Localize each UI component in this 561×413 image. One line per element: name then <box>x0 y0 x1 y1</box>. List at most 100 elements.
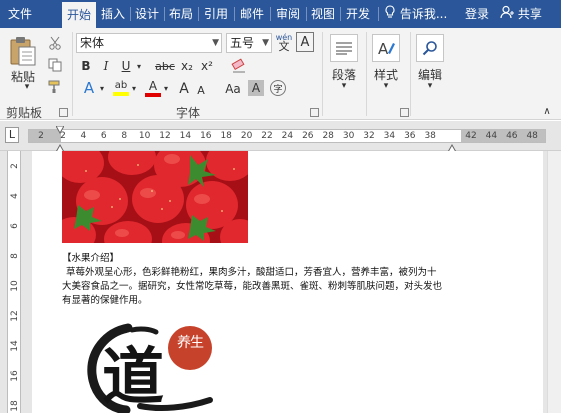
font-color-button[interactable]: A <box>144 78 162 98</box>
tab-home[interactable]: 开始 <box>62 2 96 28</box>
strikethrough-button[interactable]: abc <box>154 57 176 75</box>
chevron-down-icon[interactable]: ▾ <box>162 78 170 98</box>
change-case-button[interactable]: Aa <box>222 80 244 98</box>
text-effects-button[interactable]: A <box>80 78 98 98</box>
bold-button[interactable]: B <box>78 57 94 75</box>
tab-separator <box>234 7 235 21</box>
tab-separator <box>130 7 131 21</box>
login-link[interactable]: 登录 <box>460 0 494 28</box>
highlight-button[interactable]: ab <box>112 78 130 98</box>
font-size-value: 五号 <box>230 36 255 50</box>
search-icon[interactable] <box>416 34 444 62</box>
hanging-indent-icon[interactable] <box>55 142 65 153</box>
tab-insert[interactable]: 插入 <box>98 0 128 28</box>
clear-formatting-icon[interactable] <box>230 57 248 75</box>
character-shading-button[interactable]: A <box>248 80 264 96</box>
vertical-ruler-tick-label: 14 <box>10 340 20 352</box>
chevron-down-icon[interactable]: ▾ <box>20 82 34 92</box>
vertical-ruler-tick-label: 18 <box>10 400 20 412</box>
ruler-tick-label: 46 <box>506 131 518 141</box>
share-button[interactable]: 共享 <box>500 0 556 28</box>
font-launcher-icon[interactable] <box>310 108 319 117</box>
clipboard-group-label: 剪贴板 <box>6 106 43 120</box>
highlight-swatch <box>113 92 129 96</box>
group-divider <box>366 32 367 116</box>
ruler-tick-label: 18 <box>220 131 232 141</box>
group-divider <box>410 32 411 116</box>
ruler-tick-label: 34 <box>383 131 396 141</box>
tell-me-box[interactable]: 告诉我... <box>384 0 458 28</box>
tab-developer[interactable]: 开发 <box>342 0 374 28</box>
vertical-ruler-tick-label: 12 <box>10 310 20 322</box>
logo-seal-text: 养生 <box>177 335 204 351</box>
tab-mailings[interactable]: 邮件 <box>236 0 268 28</box>
tab-references[interactable]: 引用 <box>200 0 232 28</box>
font-name-combo[interactable]: 宋体 ▼ <box>76 33 222 53</box>
font-size-combo[interactable]: 五号 ▼ <box>226 33 272 53</box>
ruler-tick-label: 44 <box>485 131 498 141</box>
vertical-ruler-tick-label: 2 <box>10 163 20 169</box>
vertical-ruler-tick-label: 10 <box>10 280 20 292</box>
subscript-button[interactable]: x₂ <box>178 57 196 75</box>
tab-layout[interactable]: 布局 <box>166 0 196 28</box>
doc-paragraph-line: 草莓外观呈心形，色彩鲜艳粉红，果肉多汁，酸甜适口，芳香宜人，营养丰富，被列为十 <box>66 267 437 278</box>
doc-heading: 【水果介绍】 <box>62 253 120 264</box>
shrink-font-button[interactable]: A <box>194 82 208 98</box>
tab-design[interactable]: 设计 <box>132 0 162 28</box>
group-divider <box>322 32 323 116</box>
ruler-tick-label: 16 <box>200 131 212 141</box>
chevron-down-icon[interactable]: ▾ <box>98 78 106 98</box>
ruler-tick-label: 14 <box>179 131 192 141</box>
format-painter-icon[interactable] <box>46 78 64 96</box>
styles-launcher-icon[interactable] <box>400 108 409 117</box>
styles-icon[interactable]: A <box>372 34 400 62</box>
phonetic-guide-button[interactable]: wén 文 <box>275 31 293 53</box>
right-indent-icon[interactable] <box>447 142 457 153</box>
vertical-scrollbar[interactable] <box>547 151 561 413</box>
doc-paragraph-line: 有显著的保健作用。 <box>62 295 148 306</box>
strawberry-image[interactable] <box>62 151 248 243</box>
vertical-ruler-strip[interactable]: 2 4 6 8 10 12 14 16 18 <box>7 151 21 413</box>
chevron-down-icon: ▼ <box>212 38 219 48</box>
share-label: 共享 <box>517 7 542 21</box>
ruler-tick-label: 32 <box>363 131 375 141</box>
person-icon <box>500 1 514 29</box>
tab-separator <box>270 7 271 21</box>
chevron-down-icon[interactable]: ▾ <box>134 57 144 75</box>
italic-button[interactable]: I <box>98 57 114 75</box>
copy-icon[interactable] <box>46 56 64 74</box>
chevron-down-icon[interactable]: ▾ <box>326 81 362 91</box>
tab-view[interactable]: 视图 <box>308 0 338 28</box>
chevron-down-icon[interactable]: ▾ <box>412 81 448 91</box>
paragraph-icon[interactable] <box>330 34 358 62</box>
clipboard-launcher-icon[interactable] <box>59 108 68 117</box>
character-border-button[interactable]: A <box>296 32 314 52</box>
vertical-ruler-tick-label: 8 <box>10 253 20 259</box>
enclose-characters-button[interactable]: 字 <box>270 80 286 96</box>
tab-separator <box>198 7 199 21</box>
ruler-tick-label: 24 <box>281 131 294 141</box>
collapse-ribbon-icon[interactable]: ∧ <box>540 106 554 117</box>
tab-separator <box>164 7 165 21</box>
scissors-icon[interactable] <box>46 34 64 52</box>
underline-button[interactable]: U <box>118 57 134 75</box>
chevron-down-icon[interactable]: ▾ <box>130 78 138 98</box>
first-line-indent-icon[interactable] <box>55 123 65 135</box>
tell-me-text: 告诉我... <box>399 7 448 21</box>
paste-icon[interactable] <box>6 34 40 68</box>
superscript-button[interactable]: x² <box>198 57 216 75</box>
calligraphy-logo-image[interactable]: 道 养生 <box>80 318 230 413</box>
ruler-tick-label: 42 <box>465 131 477 141</box>
tab-review[interactable]: 审阅 <box>272 0 304 28</box>
chevron-down-icon[interactable]: ▾ <box>368 81 404 91</box>
ruler-tick-label: 48 <box>526 131 538 141</box>
ruler-tick-label: 2 <box>38 131 44 141</box>
svg-text:道: 道 <box>102 340 164 413</box>
grow-font-button[interactable]: A <box>176 80 192 98</box>
vertical-ruler-tick-label: 6 <box>10 223 20 229</box>
tab-selector[interactable]: L <box>5 127 19 143</box>
tab-file[interactable]: 文件 <box>2 0 38 28</box>
ribbon-home: 粘贴 ▾ 剪贴板 宋体 ▼ 五号 ▼ wén 文 A B I U ▾ abc x… <box>0 28 561 120</box>
ruler-strip[interactable]: 2 2 4 6 8 10 12 14 16 18 20 22 24 26 28 30 32 34 36 38 42 44 4… <box>28 129 546 143</box>
tab-separator <box>306 7 307 21</box>
